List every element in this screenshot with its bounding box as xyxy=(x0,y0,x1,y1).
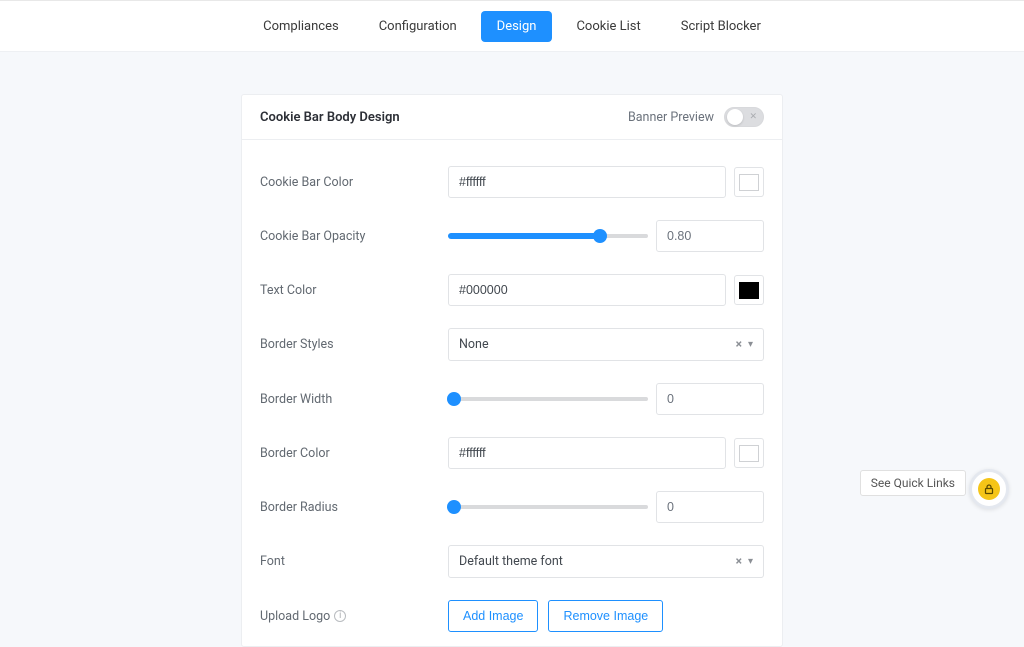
cookie-bar-color-input[interactable] xyxy=(448,166,726,198)
floating-help-button[interactable] xyxy=(969,469,1009,509)
font-label: Font xyxy=(260,554,448,569)
border-styles-select[interactable]: None × ▾ xyxy=(448,328,764,361)
swatch-preview xyxy=(739,174,759,191)
cookie-bar-opacity-slider[interactable] xyxy=(448,230,648,242)
slider-thumb[interactable] xyxy=(447,500,461,514)
banner-preview-label: Banner Preview xyxy=(628,110,714,125)
toggle-knob xyxy=(727,109,743,125)
border-color-swatch[interactable] xyxy=(734,438,764,468)
chevron-down-icon[interactable]: ▾ xyxy=(748,339,753,350)
select-clear-icon[interactable]: × xyxy=(736,554,742,568)
design-card: Cookie Bar Body Design Banner Preview ✕ … xyxy=(241,94,783,647)
cookie-bar-opacity-value[interactable] xyxy=(656,220,764,252)
cookie-bar-color-swatch[interactable] xyxy=(734,167,764,197)
top-tabs: Compliances Configuration Design Cookie … xyxy=(0,0,1024,52)
add-image-button[interactable]: Add Image xyxy=(448,600,538,632)
border-color-label: Border Color xyxy=(260,446,448,461)
tab-configuration[interactable]: Configuration xyxy=(363,11,473,42)
text-color-input[interactable] xyxy=(448,274,726,306)
remove-image-button[interactable]: Remove Image xyxy=(548,600,663,632)
tab-script-blocker[interactable]: Script Blocker xyxy=(665,11,777,42)
tab-compliances[interactable]: Compliances xyxy=(247,11,355,42)
border-styles-value: None xyxy=(459,337,489,352)
text-color-label: Text Color xyxy=(260,283,448,298)
slider-thumb[interactable] xyxy=(593,229,607,243)
text-color-swatch[interactable] xyxy=(734,275,764,305)
info-icon[interactable]: i xyxy=(334,610,346,622)
card-title: Cookie Bar Body Design xyxy=(260,110,400,125)
cookie-bar-color-label: Cookie Bar Color xyxy=(260,175,448,190)
border-width-slider[interactable] xyxy=(448,393,648,405)
border-radius-slider[interactable] xyxy=(448,501,648,513)
border-styles-label: Border Styles xyxy=(260,337,448,352)
upload-logo-label: Upload Logo i xyxy=(260,609,448,624)
lock-icon xyxy=(978,478,1000,500)
cookie-bar-opacity-label: Cookie Bar Opacity xyxy=(260,229,448,244)
see-quick-links[interactable]: See Quick Links xyxy=(860,470,966,496)
tab-cookie-list[interactable]: Cookie List xyxy=(560,11,656,42)
swatch-preview xyxy=(739,282,759,299)
slider-thumb[interactable] xyxy=(447,392,461,406)
border-radius-label: Border Radius xyxy=(260,500,448,515)
select-clear-icon[interactable]: × xyxy=(736,337,742,351)
banner-preview-toggle[interactable]: ✕ xyxy=(724,107,764,127)
border-radius-value[interactable] xyxy=(656,491,764,523)
toggle-off-icon: ✕ xyxy=(749,112,757,122)
swatch-preview xyxy=(739,445,759,462)
tab-design[interactable]: Design xyxy=(481,11,553,42)
chevron-down-icon[interactable]: ▾ xyxy=(748,556,753,567)
border-color-input[interactable] xyxy=(448,437,726,469)
font-select[interactable]: Default theme font × ▾ xyxy=(448,545,764,578)
border-width-value[interactable] xyxy=(656,383,764,415)
card-header: Cookie Bar Body Design Banner Preview ✕ xyxy=(242,95,782,140)
border-width-label: Border Width xyxy=(260,392,448,407)
font-value: Default theme font xyxy=(459,554,563,569)
